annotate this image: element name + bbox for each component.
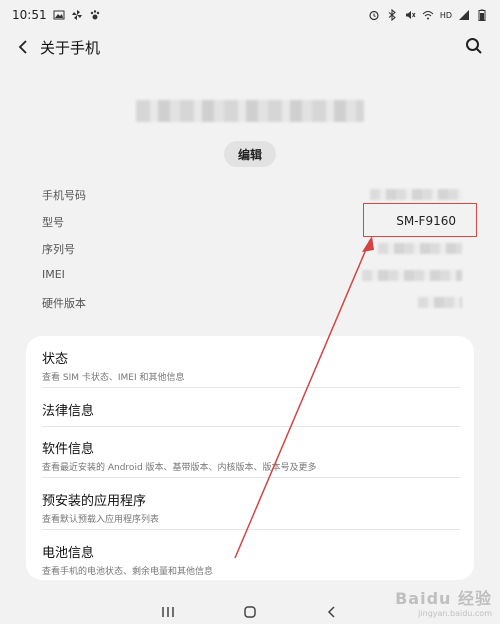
back-nav-icon[interactable]: [323, 603, 341, 621]
baidu-watermark: Baidu 经验 jingyan.baidu.com: [395, 585, 492, 618]
watermark-url: jingyan.baidu.com: [418, 609, 492, 618]
annotation-arrow: [234, 236, 374, 559]
recents-icon[interactable]: [159, 603, 177, 621]
home-icon[interactable]: [241, 603, 259, 621]
watermark-text: Baidu 经验: [395, 589, 492, 608]
